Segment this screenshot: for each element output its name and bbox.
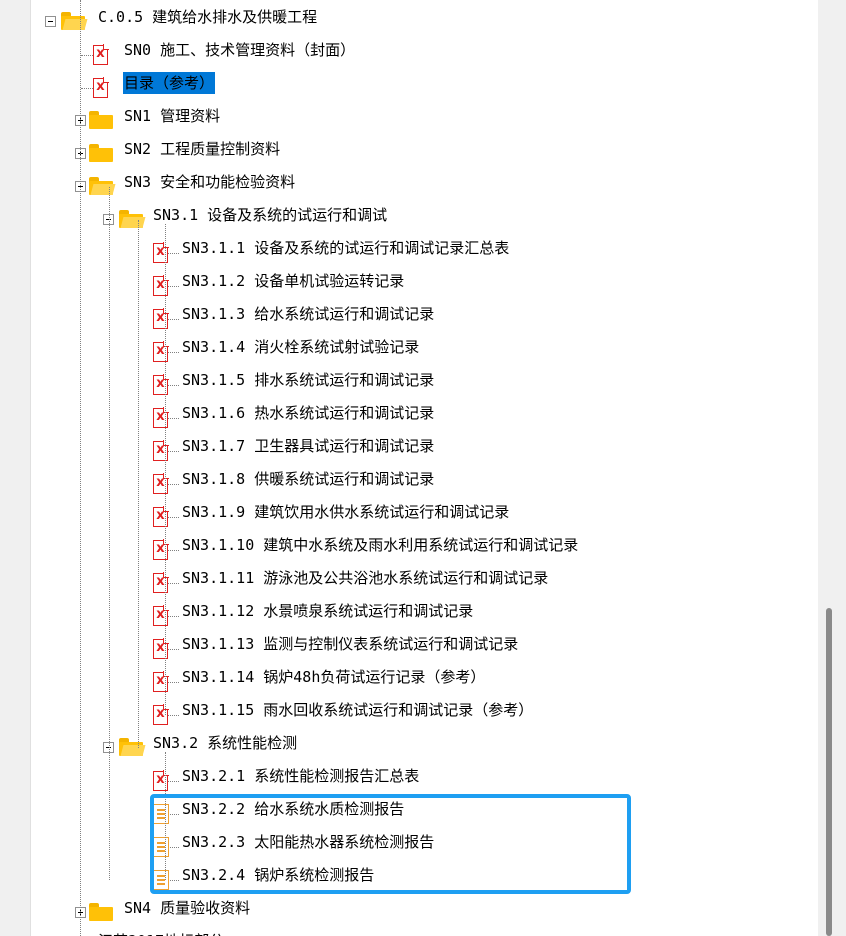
tree-item-label[interactable]: SN4 质量验收资料 xyxy=(123,897,251,919)
tree-item-label[interactable]: SN3.1.15 雨水回收系统试运行和调试记录（参考） xyxy=(181,699,534,721)
tree-row[interactable]: x SN3.1.2 设备单机试验运转记录 xyxy=(31,266,811,299)
folder-icon xyxy=(89,144,113,162)
tree-guide-line xyxy=(138,220,139,748)
tree-item-label[interactable]: SN3.1.3 给水系统试运行和调试记录 xyxy=(181,303,435,325)
tree-row[interactable]: SN1 管理资料 xyxy=(31,101,811,134)
tree-item-label[interactable]: SN3.1.14 锅炉48h负荷试运行记录（参考） xyxy=(181,666,486,688)
tree-item-label[interactable]: SN3.1.6 热水系统试运行和调试记录 xyxy=(181,402,435,424)
tree-row[interactable]: x SN3.1.9 建筑饮用水供水系统试运行和调试记录 xyxy=(31,497,811,530)
tree-row[interactable]: x SN3.1.5 排水系统试运行和调试记录 xyxy=(31,365,811,398)
tree-item-label[interactable]: SN3.1.4 消火栓系统试射试验记录 xyxy=(181,336,420,358)
selected-item-label[interactable]: 目录（参考） xyxy=(123,72,216,94)
tree-item-label[interactable]: SN3.1 设备及系统的试运行和调试 xyxy=(152,204,388,226)
tree-item-label[interactable]: SN3.1.13 监测与控制仪表系统试运行和调试记录 xyxy=(181,633,519,655)
tree-item-label[interactable]: SN2 工程质量控制资料 xyxy=(123,138,281,160)
tree-item-label[interactable]: SN3.1.9 建筑饮用水供水系统试运行和调试记录 xyxy=(181,501,510,523)
folder-icon xyxy=(89,111,113,129)
tree-row[interactable]: x SN3.2.1 系统性能检测报告汇总表 xyxy=(31,761,811,794)
tree-guide-line xyxy=(165,224,166,715)
tree-row[interactable]: x SN3.1.13 监测与控制仪表系统试运行和调试记录 xyxy=(31,629,811,662)
tree-row[interactable]: SN3.2 系统性能检测 xyxy=(31,728,811,761)
tree-row[interactable]: x SN3.1.7 卫生器具试运行和调试记录 xyxy=(31,431,811,464)
tree-item-label[interactable]: SN3.1.8 供暖系统试运行和调试记录 xyxy=(181,468,435,490)
pdf-file-icon: x xyxy=(93,77,109,98)
tree-row[interactable]: SN4 质量验收资料 xyxy=(31,893,811,926)
tree-item-label[interactable]: SN3.1.7 卫生器具试运行和调试记录 xyxy=(181,435,435,457)
folder-open-icon xyxy=(119,738,146,756)
tree-row[interactable]: SN3 安全和功能检验资料 xyxy=(31,167,811,200)
tree-item-label[interactable]: SN3.1.12 水景喷泉系统试运行和调试记录 xyxy=(181,600,474,622)
tree-row[interactable]: x SN3.1.14 锅炉48h负荷试运行记录（参考） xyxy=(31,662,811,695)
tree-item-label[interactable]: SN3.1.10 建筑中水系统及雨水利用系统试运行和调试记录 xyxy=(181,534,579,556)
tree-row[interactable]: x SN3.1.15 雨水回收系统试运行和调试记录（参考） xyxy=(31,695,811,728)
tree-row[interactable]: SN3.1 设备及系统的试运行和调试 xyxy=(31,200,811,233)
tree-row[interactable]: x SN3.1.12 水景喷泉系统试运行和调试记录 xyxy=(31,596,811,629)
tree-item-label[interactable]: 江苏2017地标部分 xyxy=(97,930,225,936)
tree-row[interactable]: x 目录（参考） xyxy=(31,68,811,101)
tree-row[interactable]: x SN3.1.3 给水系统试运行和调试记录 xyxy=(31,299,811,332)
tree-item-label[interactable]: SN3.2.1 系统性能检测报告汇总表 xyxy=(181,765,420,787)
tree-row[interactable]: x SN3.1.11 游泳池及公共浴池水系统试运行和调试记录 xyxy=(31,563,811,596)
tree-item-label[interactable]: SN3 安全和功能检验资料 xyxy=(123,171,296,193)
file-tree-panel: C.0.5 建筑给水排水及供暖工程 x SN0 施工、技术管理资料（封面） x 目录（参… xyxy=(30,0,819,936)
tree-guide-line xyxy=(109,187,110,880)
tree-row[interactable]: x SN3.1.1 设备及系统的试运行和调试记录汇总表 xyxy=(31,233,811,266)
tree-item-label[interactable]: SN3.1.5 排水系统试运行和调试记录 xyxy=(181,369,435,391)
tree-row[interactable]: x SN3.1.10 建筑中水系统及雨水利用系统试运行和调试记录 xyxy=(31,530,811,563)
tree-item-label[interactable]: SN3.1.1 设备及系统的试运行和调试记录汇总表 xyxy=(181,237,510,259)
tree-item-label[interactable]: C.0.5 建筑给水排水及供暖工程 xyxy=(97,6,318,28)
tree-item-label[interactable]: SN1 管理资料 xyxy=(123,105,221,127)
tree-row[interactable]: x SN3.1.6 热水系统试运行和调试记录 xyxy=(31,398,811,431)
tree-row[interactable]: C.0.5 建筑给水排水及供暖工程 xyxy=(31,2,811,35)
tree-guide-line xyxy=(80,0,81,936)
tree-row[interactable]: SN2 工程质量控制资料 xyxy=(31,134,811,167)
tree-item-label[interactable]: SN3.2 系统性能检测 xyxy=(152,732,298,754)
folder-icon xyxy=(89,903,113,921)
tree-item-label[interactable]: SN0 施工、技术管理资料（封面） xyxy=(123,39,356,61)
tree-row[interactable]: x SN3.1.4 消火栓系统试射试验记录 xyxy=(31,332,811,365)
tree-row[interactable]: x SN3.1.8 供暖系统试运行和调试记录 xyxy=(31,464,811,497)
tree-item-label[interactable]: SN3.1.2 设备单机试验运转记录 xyxy=(181,270,405,292)
tree-row[interactable]: 江苏2017地标部分 xyxy=(31,926,811,936)
tree-item-label[interactable]: SN3.1.11 游泳池及公共浴池水系统试运行和调试记录 xyxy=(181,567,549,589)
highlight-box xyxy=(150,794,631,894)
collapse-minus-icon[interactable] xyxy=(45,16,56,27)
tree-row[interactable]: x SN0 施工、技术管理资料（封面） xyxy=(31,35,811,68)
pdf-file-icon: x xyxy=(93,44,109,65)
folder-open-icon xyxy=(61,12,88,30)
folder-open-icon xyxy=(119,210,146,228)
scrollbar-thumb[interactable] xyxy=(826,608,832,936)
